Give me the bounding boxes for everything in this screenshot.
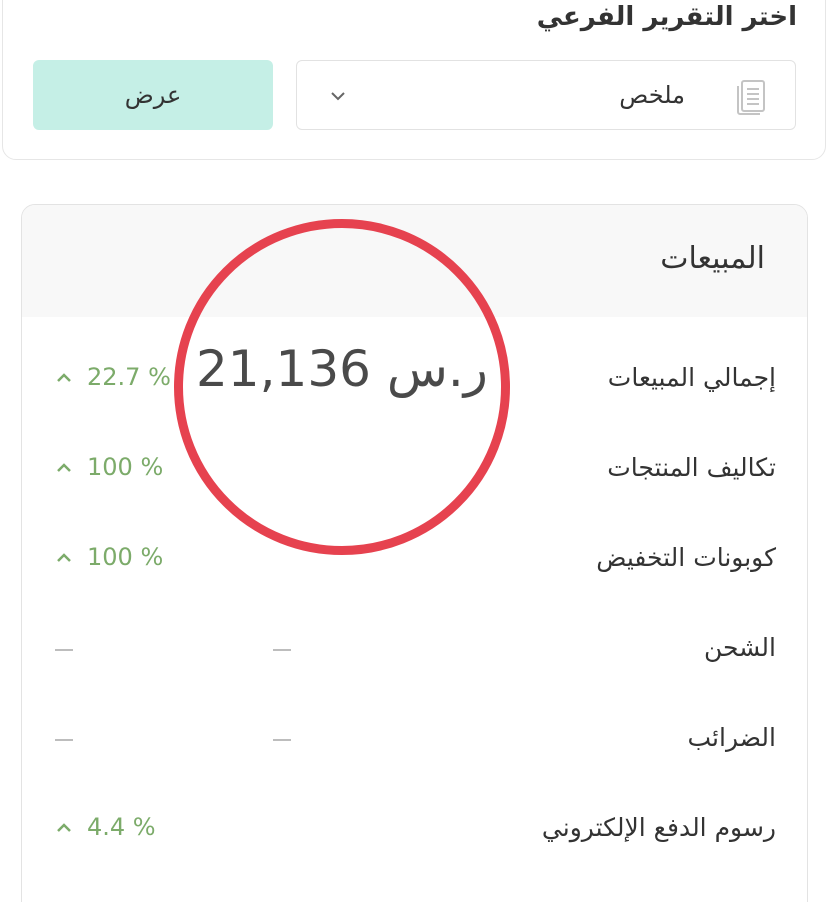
- row-change-empty-dash: [55, 649, 73, 651]
- caret-up-icon: [57, 372, 71, 382]
- row-label-shipping: الشحن: [703, 633, 776, 662]
- sales-header: المبيعات: [22, 205, 807, 317]
- caret-up-icon: [57, 552, 71, 562]
- row-change-product-costs: 100 %: [57, 453, 163, 481]
- sales-title: المبيعات: [660, 241, 765, 276]
- row-value-empty-dash: [273, 739, 291, 741]
- row-change-value: 22.7 %: [87, 363, 171, 391]
- caret-up-icon: [57, 462, 71, 472]
- row-change-coupons: 100 %: [57, 543, 163, 571]
- page: اختر التقرير الفرعي ملخص عرض المبيعات إج…: [0, 0, 828, 902]
- row-change-value: 100 %: [87, 453, 164, 481]
- row-change-total-sales: 22.7 %: [57, 363, 171, 391]
- row-change-empty-dash: [55, 739, 73, 741]
- row-label-coupons: كوبونات التخفيض: [596, 543, 776, 572]
- show-button[interactable]: عرض: [33, 60, 273, 130]
- subreport-title: اختر التقرير الفرعي: [536, 2, 797, 32]
- total-sales-value: 21,136 ر.س: [196, 340, 488, 398]
- row-label-total-sales: إجمالي المبيعات: [607, 363, 776, 392]
- sales-card: المبيعات إجمالي المبيعات 22.7 % تكاليف ا…: [21, 204, 808, 902]
- subreport-select-value: ملخص: [619, 81, 685, 109]
- row-change-value: 100 %: [87, 543, 164, 571]
- row-change-value: 4.4 %: [87, 813, 156, 841]
- row-label-product-costs: تكاليف المنتجات: [607, 453, 776, 482]
- chevron-down-icon: [331, 92, 345, 101]
- document-icon: [737, 80, 765, 115]
- row-label-epayment-fees: رسوم الدفع الإلكتروني: [541, 813, 776, 842]
- row-change-epayment-fees: 4.4 %: [57, 813, 156, 841]
- row-value-empty-dash: [273, 649, 291, 651]
- caret-up-icon: [57, 822, 71, 832]
- subreport-select[interactable]: ملخص: [296, 60, 796, 130]
- row-label-taxes: الضرائب: [687, 723, 777, 752]
